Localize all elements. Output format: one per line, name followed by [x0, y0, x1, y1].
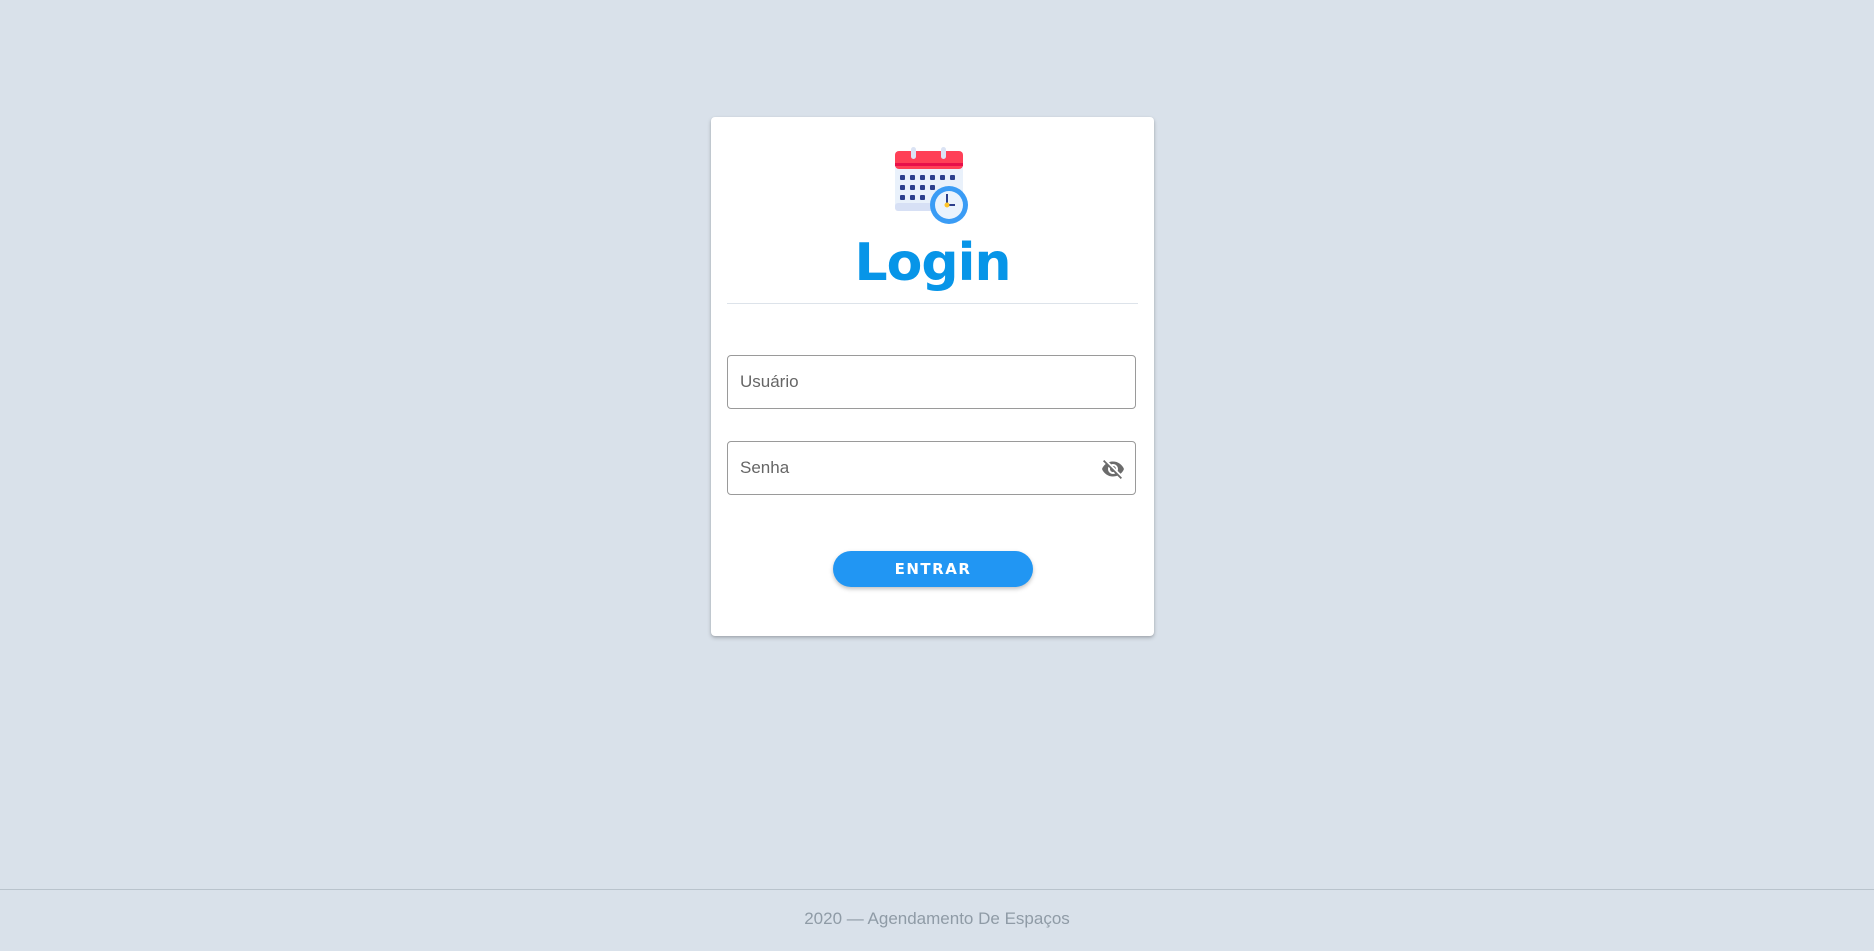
username-field: [727, 355, 1136, 409]
username-input[interactable]: [728, 356, 1135, 408]
password-field: [727, 441, 1136, 495]
password-input[interactable]: [728, 442, 1135, 494]
login-button[interactable]: ENTRAR: [833, 551, 1033, 587]
visibility-off-icon[interactable]: [1101, 457, 1125, 481]
page-title: Login: [854, 233, 1012, 293]
login-card: Login ENTRAR: [711, 117, 1154, 636]
footer-text: 2020 — Agendamento De Espaços: [804, 909, 1070, 928]
calendar-clock-icon: [895, 147, 968, 224]
footer: 2020 — Agendamento De Espaços: [0, 889, 1874, 951]
divider: [727, 303, 1138, 304]
